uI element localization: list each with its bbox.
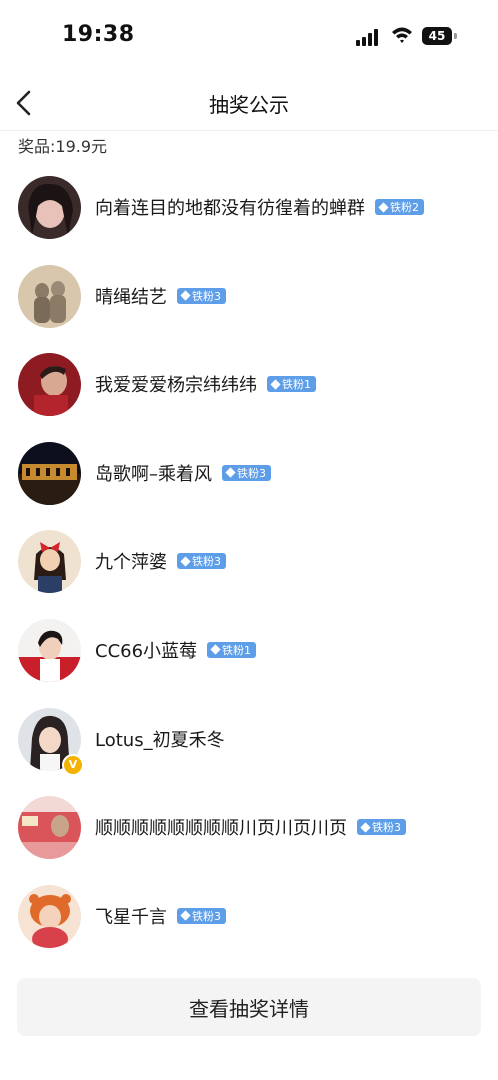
winner-name: 九个萍婆	[95, 552, 167, 574]
winner-row[interactable]: 我爱爱爱杨宗纬纬纬 铁粉1	[0, 340, 498, 429]
fan-badge-label: 铁粉3	[192, 555, 221, 569]
fan-badge: 铁粉2	[375, 199, 424, 215]
status-bar: 19:38 45	[0, 0, 498, 76]
winner-row[interactable]: 岛歌啊–乘着风 铁粉3	[0, 429, 498, 518]
fan-badge: 铁粉3	[222, 464, 271, 481]
avatar[interactable]	[18, 530, 81, 594]
fan-badge-label: 铁粉3	[192, 289, 221, 303]
fan-badge-label: 铁粉2	[390, 201, 419, 214]
winner-name: 我爱爱爱杨宗纬纬纬	[95, 375, 257, 397]
avatar[interactable]	[18, 176, 81, 239]
diamond-icon	[180, 910, 191, 921]
winner-name: 岛歌啊–乘着风	[95, 463, 212, 485]
winner-name: 顺顺顺顺顺顺顺顺川页川页川页	[95, 818, 347, 840]
home-indicator	[0, 1066, 498, 1080]
wifi-icon	[392, 27, 412, 43]
diamond-icon	[378, 201, 389, 213]
nav-bar: 抽奖公示	[0, 76, 498, 131]
winner-name: 晴绳结艺	[95, 286, 167, 308]
avatar[interactable]	[18, 264, 81, 328]
diamond-icon	[225, 467, 236, 478]
fan-badge: 铁粉3	[177, 553, 226, 570]
avatar[interactable]	[18, 441, 81, 505]
fan-badge-label: 铁粉1	[222, 643, 252, 657]
winner-row[interactable]: 飞星千言 铁粉3	[0, 872, 498, 961]
verified-icon: V	[62, 753, 84, 776]
winner-list: 向着连目的地都没有彷徨着的蝉群 铁粉2 晴绳结艺 铁粉3 我爱爱爱杨宗纬纬纬 铁…	[0, 163, 498, 960]
winner-name: 飞星千言	[95, 906, 167, 928]
diamond-icon	[180, 556, 191, 567]
avatar[interactable]	[18, 618, 81, 682]
fan-badge-label: 铁粉3	[372, 821, 401, 835]
avatar[interactable]	[18, 796, 81, 860]
winner-name: 向着连目的地都没有彷徨着的蝉群	[95, 198, 365, 219]
winner-row[interactable]: 顺顺顺顺顺顺顺顺川页川页川页 铁粉3	[0, 783, 498, 872]
diamond-icon	[210, 644, 221, 656]
status-time: 19:38	[62, 22, 135, 47]
winner-row[interactable]: 九个萍婆 铁粉3	[0, 517, 498, 606]
fan-badge-label: 铁粉1	[282, 378, 311, 392]
battery-icon: 45	[422, 27, 452, 45]
diamond-icon	[180, 290, 191, 301]
winner-name: Lotus_初夏禾冬	[95, 729, 225, 751]
diamond-icon	[270, 379, 281, 390]
view-lottery-details-button[interactable]: 查看抽奖详情	[17, 978, 481, 1036]
cellular-signal-icon	[356, 29, 380, 46]
diamond-icon	[360, 822, 371, 833]
page-title: 抽奖公示	[209, 93, 289, 117]
battery-tip	[454, 33, 457, 39]
winner-row[interactable]: 晴绳结艺 铁粉3	[0, 252, 498, 341]
avatar[interactable]	[18, 353, 81, 417]
fan-badge: 铁粉3	[177, 907, 226, 924]
fan-badge: 铁粉3	[357, 819, 406, 836]
fan-badge-label: 铁粉3	[192, 909, 221, 923]
avatar[interactable]	[18, 884, 81, 948]
fan-badge-label: 铁粉3	[237, 466, 266, 480]
fan-badge: 铁粉1	[267, 376, 316, 393]
winner-row[interactable]: CC66小蓝莓 铁粉1	[0, 606, 498, 695]
fan-badge: 铁粉1	[207, 641, 257, 658]
winner-row[interactable]: 向着连目的地都没有彷徨着的蝉群 铁粉2	[0, 163, 498, 252]
winner-row[interactable]: V Lotus_初夏禾冬	[0, 695, 498, 784]
winner-name: CC66小蓝莓	[95, 640, 198, 662]
fan-badge: 铁粉3	[177, 287, 226, 304]
prize-label: 奖品:19.9元	[18, 137, 108, 156]
